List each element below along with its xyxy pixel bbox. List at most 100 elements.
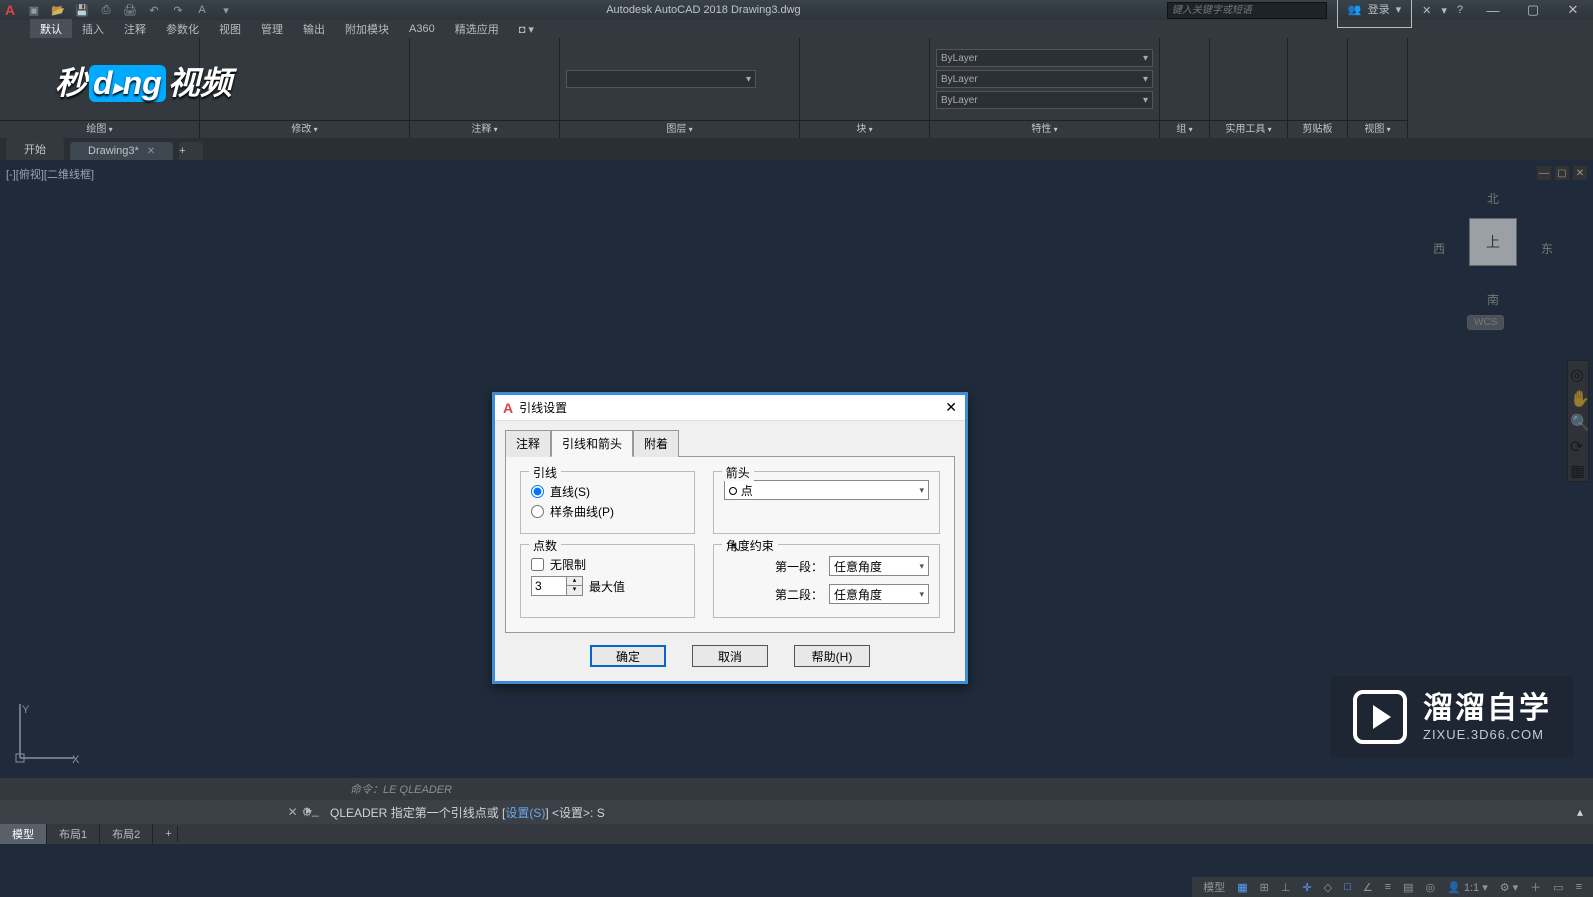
ribbon-tab-annotate[interactable]: 注释 [114, 19, 156, 39]
tab-start[interactable]: 开始 [6, 138, 64, 160]
status-lineweight-icon[interactable]: ≡ [1382, 881, 1394, 893]
ribbon-tab-insert[interactable]: 插入 [72, 19, 114, 39]
ribbon-tab-parametric[interactable]: 参数化 [156, 19, 209, 39]
viewport-min-icon[interactable]: — [1537, 166, 1551, 180]
ribbon-tab-default[interactable]: 默认 [30, 19, 72, 39]
tab-close-icon[interactable]: ✕ [147, 146, 155, 157]
nav-orbit-icon[interactable]: ⟳ [1570, 437, 1586, 453]
status-customize-icon[interactable]: ≡ [1573, 881, 1585, 893]
help-icon[interactable]: ? [1457, 4, 1463, 16]
nav-pan-icon[interactable]: ✋ [1570, 389, 1586, 405]
linetype-selector[interactable]: ByLayer▾ [936, 91, 1153, 109]
color-selector[interactable]: ByLayer▾ [936, 49, 1153, 67]
ribbon-tab-view[interactable]: 视图 [209, 19, 251, 39]
panel-group-title[interactable]: 组 [1176, 124, 1192, 135]
ribbon-tab-more-icon[interactable]: ◘ ▾ [509, 21, 544, 38]
viewcube-east[interactable]: 东 [1541, 240, 1553, 257]
layout-tab-1[interactable]: 布局1 [47, 824, 100, 844]
app-menu-icon[interactable]: ▾ [1441, 4, 1447, 17]
qat-plot-icon[interactable]: 🖨 [122, 2, 138, 18]
viewcube[interactable]: 北 南 西 东 上 WCS [1433, 190, 1553, 330]
qat-new-icon[interactable]: ▣ [26, 2, 42, 18]
status-polar-icon[interactable]: ✛ [1299, 881, 1314, 894]
panel-layers-title[interactable]: 图层 [666, 124, 692, 135]
viewcube-west[interactable]: 西 [1433, 240, 1445, 257]
nav-showmotion-icon[interactable]: ▦ [1570, 461, 1586, 477]
panel-props-title[interactable]: 特性 [1031, 124, 1057, 135]
status-iso-icon[interactable]: ◇ [1321, 881, 1335, 894]
qat-saveas-icon[interactable]: ⎙ [98, 2, 114, 18]
cmdline-close-icon[interactable]: ✕ [288, 805, 298, 819]
ribbon-tab-addins[interactable]: 附加模块 [335, 19, 399, 39]
dialog-tab-annotation[interactable]: 注释 [505, 430, 551, 457]
cmdline-expand-icon[interactable]: ▴ [1567, 805, 1593, 819]
leader-straight-radio[interactable] [531, 485, 544, 498]
ok-button[interactable]: 确定 [590, 645, 666, 667]
ribbon-tab-featured[interactable]: 精选应用 [445, 19, 509, 39]
viewcube-wcs[interactable]: WCS [1467, 315, 1504, 330]
window-close-button[interactable]: ✕ [1553, 2, 1593, 18]
panel-block-title[interactable]: 块 [856, 124, 872, 135]
panel-clipboard-title[interactable]: 剪贴板 [1303, 124, 1333, 135]
ribbon-tab-manage[interactable]: 管理 [251, 19, 293, 39]
status-otrack-icon[interactable]: ∠ [1360, 881, 1376, 894]
arrowhead-select[interactable]: 点 ▾ [724, 480, 929, 500]
status-ortho-icon[interactable]: ⊥ [1278, 881, 1294, 894]
viewcube-top-face[interactable]: 上 [1469, 218, 1517, 266]
help-search-input[interactable] [1167, 2, 1327, 19]
status-osnap-icon[interactable]: □ [1341, 881, 1354, 893]
lineweight-selector[interactable]: ByLayer▾ [936, 70, 1153, 88]
seg1-select[interactable]: 任意角度▾ [829, 556, 929, 576]
signin-icon[interactable]: 👥 [1348, 3, 1362, 16]
window-restore-button[interactable]: ▢ [1513, 2, 1553, 18]
viewcube-north[interactable]: 北 [1433, 190, 1553, 207]
nav-zoom-icon[interactable]: 🔍 [1570, 413, 1586, 429]
viewcube-south[interactable]: 南 [1433, 291, 1553, 308]
drawing-canvas[interactable]: [-][俯视][二维线框] — ▢ ✕ 北 南 西 东 上 WCS ◎ ✋ 🔍 … [0, 160, 1593, 778]
signin-dropdown-icon[interactable]: ▾ [1396, 3, 1402, 16]
layout-tab-2[interactable]: 布局2 [100, 824, 153, 844]
dialog-close-button[interactable]: ✕ [945, 399, 957, 416]
leader-spline-radio[interactable] [531, 505, 544, 518]
qat-annotate-icon[interactable]: A [194, 2, 210, 18]
status-model-button[interactable]: 模型 [1200, 879, 1228, 895]
layout-tab-model[interactable]: 模型 [0, 824, 47, 844]
status-grid-icon[interactable]: ▦ [1234, 881, 1250, 894]
status-cycle-icon[interactable]: ◎ [1422, 881, 1438, 894]
help-button[interactable]: 帮助(H) [794, 645, 870, 667]
panel-annotate-title[interactable]: 注释 [471, 124, 497, 135]
status-workspace-icon[interactable]: ⚙ ▾ [1497, 881, 1521, 894]
viewport-close-icon[interactable]: ✕ [1573, 166, 1587, 180]
viewport-label[interactable]: [-][俯视][二维线框] [6, 166, 94, 182]
dialog-titlebar[interactable]: A 引线设置 ✕ [495, 395, 965, 421]
dialog-tab-leader-arrow[interactable]: 引线和箭头 [551, 430, 633, 457]
qat-more-icon[interactable]: ▾ [218, 2, 234, 18]
signin-label[interactable]: 登录 [1368, 1, 1390, 17]
points-unlimited-checkbox[interactable] [531, 558, 544, 571]
points-max-spinner[interactable]: ▴▾ [531, 576, 583, 596]
ribbon-tab-a360[interactable]: A360 [399, 21, 445, 37]
tab-drawing3[interactable]: Drawing3*✕ [70, 142, 173, 160]
viewport-max-icon[interactable]: ▢ [1555, 166, 1569, 180]
command-line[interactable]: ✕ ⚙ ▸_ QLEADER 指定第一个引线点或 [设置(S)] <设置>: S… [0, 800, 1593, 824]
panel-utils-title[interactable]: 实用工具 [1225, 124, 1271, 135]
qat-open-icon[interactable]: 📂 [50, 2, 66, 18]
status-cleanscreen-icon[interactable]: ▭ [1550, 881, 1566, 894]
panel-modify-title[interactable]: 修改 [291, 124, 317, 135]
status-annomonitor-icon[interactable]: ＋ [1527, 879, 1544, 895]
nav-wheel-icon[interactable]: ◎ [1570, 365, 1586, 381]
ribbon-tab-output[interactable]: 输出 [293, 19, 335, 39]
cmd-option[interactable]: 设置(S) [505, 806, 545, 820]
tab-new-button[interactable]: + [179, 142, 203, 160]
panel-draw-title[interactable]: 绘图 [86, 124, 112, 135]
points-max-input[interactable] [532, 579, 566, 593]
qat-redo-icon[interactable]: ↷ [170, 2, 186, 18]
layout-tab-add[interactable]: + [153, 826, 178, 842]
qat-save-icon[interactable]: 💾 [74, 2, 90, 18]
window-minimize-button[interactable]: ― [1473, 3, 1513, 18]
exchange-icon[interactable]: ✕ [1422, 4, 1431, 17]
dialog-tab-attachment[interactable]: 附着 [633, 430, 679, 457]
qat-undo-icon[interactable]: ↶ [146, 2, 162, 18]
status-annoscale-icon[interactable]: 👤 1:1 ▾ [1444, 881, 1491, 894]
seg2-select[interactable]: 任意角度▾ [829, 584, 929, 604]
